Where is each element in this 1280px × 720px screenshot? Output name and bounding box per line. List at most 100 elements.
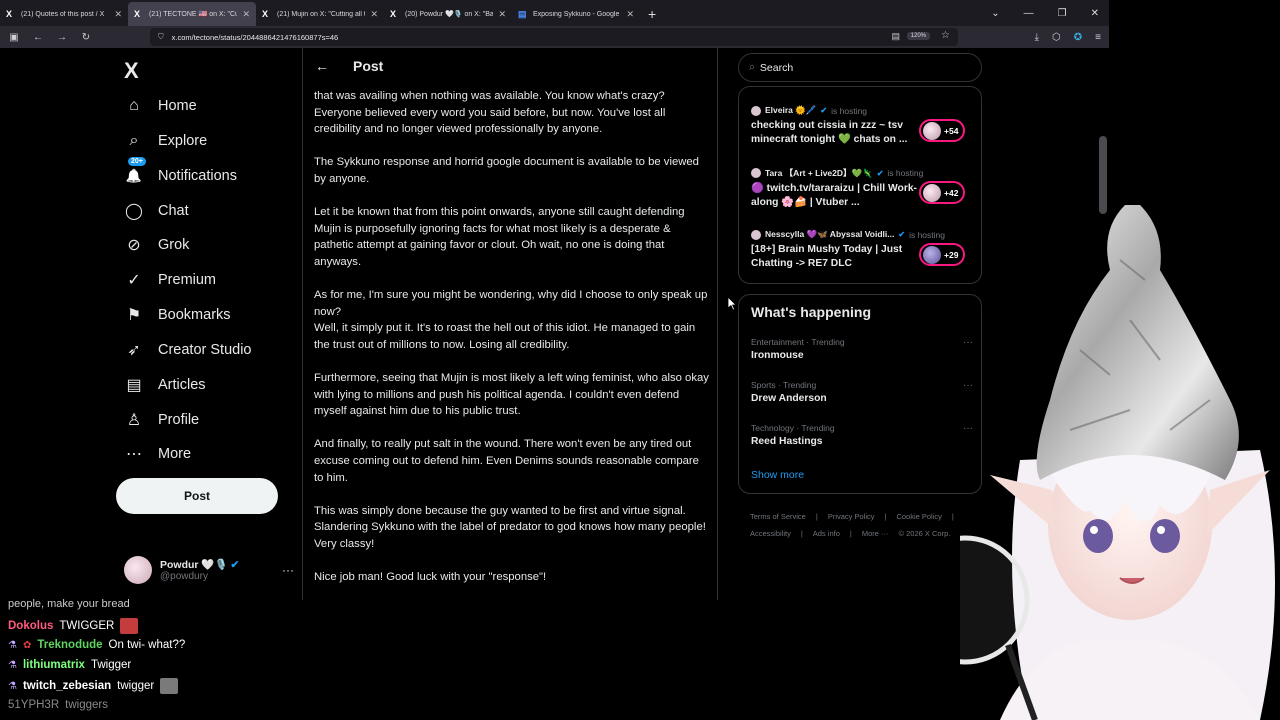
nav-label: Grok	[158, 237, 190, 253]
verified-icon: ✔	[876, 168, 884, 178]
nav-item-grok[interactable]: ⊘ Grok	[124, 231, 189, 259]
trend-item[interactable]: Sports · Trending Drew Anderson ···	[751, 380, 973, 404]
extension-icon[interactable]: ✪	[1074, 32, 1082, 43]
search-placeholder: Search	[759, 61, 794, 74]
post-body: that was availing when nothing was avail…	[314, 88, 710, 600]
tab-label: (21) TECTONE 🇺🇸 on X: "Cutting	[149, 11, 238, 18]
nav-item-explore[interactable]: ⌕ Explore	[124, 127, 208, 155]
shield-icon[interactable]: ⛉	[158, 32, 164, 42]
host-avatar	[751, 229, 761, 240]
nav-item-home[interactable]: ⌂ Home	[124, 92, 197, 120]
chat-text: On twi- what??	[108, 639, 186, 651]
live-host: Elveira 🌞🖊️ ✔ is hosting	[751, 105, 973, 116]
x-favicon-icon: X	[6, 9, 13, 19]
nav-item-more[interactable]: ⋯ More	[124, 440, 191, 468]
trend-item[interactable]: Entertainment · Trending Ironmouse ···	[751, 337, 973, 361]
restore-icon[interactable]: ❐	[1058, 8, 1067, 19]
grok-icon: ⊘	[127, 237, 141, 254]
nav-label: Notifications	[158, 168, 237, 184]
bookmark-star-icon[interactable]: ☆	[941, 30, 950, 41]
close-icon[interactable]: ✕	[370, 9, 378, 20]
post-paragraph: And finally, to really put salt in the w…	[314, 438, 699, 484]
search-input[interactable]: ⌕ Search	[738, 53, 982, 82]
footer-separator: |	[884, 512, 887, 521]
footer-link[interactable]: Privacy Policy	[828, 512, 875, 521]
chat-badge-icon: ⚗	[8, 680, 17, 692]
live-listener-count[interactable]: +54	[919, 119, 965, 142]
footer-link[interactable]: Terms of Service	[750, 512, 806, 521]
bell-icon: 🔔 20+	[124, 157, 146, 185]
back-icon[interactable]: ←	[28, 32, 48, 43]
nav-item-premium[interactable]: ✓ Premium	[124, 266, 216, 294]
verified-icon: ✔	[230, 559, 240, 571]
browser-nav-bar: ▣ ← → ↻ ⛉ x.com/tectone/status/204488642…	[0, 26, 1109, 48]
tab-list-chevron-icon[interactable]: ⌄	[991, 8, 999, 19]
emote-icon	[120, 618, 139, 634]
trend-item[interactable]: Technology · Trending Reed Hastings ···	[751, 423, 973, 447]
browser-tab[interactable]: ▤ Exposing Sykkuno - Google Doc ✕	[512, 2, 640, 26]
url-bar[interactable]: ⛉ x.com/tectone/status/20448864214761608…	[150, 28, 958, 46]
x-logo-icon[interactable]: X	[124, 58, 139, 84]
post-paragraph: Nice job man! Good luck with your "respo…	[314, 571, 547, 584]
extensions-icon[interactable]: ⬡	[1052, 32, 1061, 43]
url-text[interactable]: x.com/tectone/status/2044886421476160877…	[172, 33, 339, 42]
live-listener-count[interactable]: +42	[919, 181, 965, 204]
nav-item-articles[interactable]: ▤ Articles	[124, 371, 205, 399]
nav-label: Profile	[158, 412, 200, 428]
download-icon[interactable]: ⤓	[1035, 32, 1039, 43]
new-tab-icon[interactable]: +	[640, 2, 664, 26]
nav-item-profile[interactable]: ♙ Profile	[124, 406, 199, 434]
footer-link[interactable]: Ads info	[813, 529, 840, 538]
zoom-level[interactable]: 120%	[906, 32, 930, 40]
chat-badge-icon: ✿	[22, 639, 32, 651]
browser-tab[interactable]: X (21) Quotes of this post / X ✕	[0, 2, 128, 26]
trend-meta: Sports · Trending	[751, 380, 817, 390]
sidebar-toggle-icon[interactable]: ▣	[4, 32, 24, 43]
live-title: [18+] Brain Mushy Today | Just Chatting …	[751, 244, 903, 269]
nav-item-creator-studio[interactable]: ➶ Creator Studio	[124, 336, 251, 364]
browser-tab[interactable]: X (21) Mujin on X: "Cutting all tie ✕	[256, 2, 384, 26]
browser-tab[interactable]: X (20) Powdur 🤍🎙️ on X: "Bao, ✕	[384, 2, 512, 26]
close-icon[interactable]: ✕	[626, 9, 634, 20]
whats-happening-panel: What's happening Entertainment · Trendin…	[738, 294, 982, 494]
avatar	[124, 556, 152, 584]
show-more-link[interactable]: Show more	[751, 469, 804, 481]
post-paragraph: Furthermore, seeing that Mujin is most l…	[314, 372, 709, 418]
x-favicon-icon: X	[390, 9, 397, 19]
article-icon: ▤	[126, 377, 142, 394]
footer-link[interactable]: More ···	[862, 529, 889, 538]
browser-tab-active[interactable]: X (21) TECTONE 🇺🇸 on X: "Cutting ✕	[128, 2, 256, 26]
search-icon: ⌕	[129, 132, 139, 149]
live-item[interactable]: Tara 【Art + Live2D】💚🦎 ✔ is hosting 🟣 twi…	[751, 167, 973, 210]
chat-user: lithiumatrix	[22, 659, 85, 671]
more-icon[interactable]: ···	[282, 563, 294, 577]
close-icon[interactable]: ✕	[114, 9, 122, 20]
verified-icon: ✔	[820, 106, 828, 115]
trend-name: Reed Hastings	[751, 436, 823, 447]
post-header: ← Post	[303, 48, 717, 84]
live-item[interactable]: Nesscylla 💜🦋 Abyssal Voidli... ✔ is host…	[751, 229, 973, 271]
close-icon[interactable]: ✕	[498, 9, 506, 20]
reload-icon[interactable]: ↻	[76, 32, 96, 43]
x-page: X ⌂ Home ⌕ Explore 🔔 20+ Notifications ◯…	[0, 48, 1109, 600]
close-icon[interactable]: ✕	[242, 9, 250, 20]
count: +29	[944, 249, 959, 260]
post-button[interactable]: Post	[116, 478, 278, 514]
nav-label: Bookmarks	[158, 307, 231, 323]
footer-link[interactable]: Accessibility	[750, 529, 791, 538]
close-window-icon[interactable]: ✕	[1091, 8, 1099, 19]
chat-message: ⚗ twitch_zebesian twigger	[8, 678, 179, 694]
back-arrow-icon[interactable]: ←	[315, 58, 329, 74]
forward-icon[interactable]: →	[52, 32, 72, 43]
nav-item-chat[interactable]: ◯ Chat	[124, 197, 189, 225]
nav-item-notifications[interactable]: 🔔 20+ Notifications	[124, 157, 237, 190]
nav-item-bookmarks[interactable]: ⚑ Bookmarks	[124, 301, 231, 329]
stream-chat-overlay: people, make your bread Dokolus TWIGGER …	[0, 598, 300, 720]
account-switcher[interactable]: Powdur 🤍🎙️ ✔ @powdury ···	[124, 553, 294, 587]
reader-view-icon[interactable]: ▤	[891, 31, 900, 42]
minimize-icon[interactable]: —	[1024, 8, 1034, 19]
menu-icon[interactable]: ≡	[1095, 32, 1101, 43]
live-item[interactable]: Elveira 🌞🖊️ ✔ is hosting checking out ci…	[751, 105, 973, 147]
footer-link[interactable]: Cookie Policy	[896, 512, 941, 521]
live-listener-count[interactable]: +29	[919, 243, 965, 266]
